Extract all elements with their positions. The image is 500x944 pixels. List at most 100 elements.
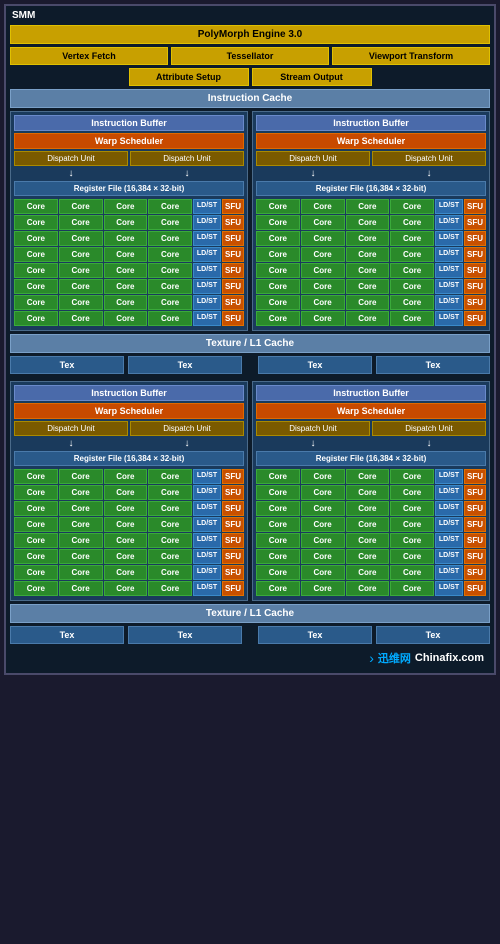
polymorph-title: PolyMorph Engine 3.0 bbox=[10, 25, 490, 44]
tex-row-bottom: Tex Tex Tex Tex bbox=[10, 626, 490, 644]
sfu: SFU bbox=[222, 469, 244, 484]
core: Core bbox=[390, 501, 434, 516]
sm-block-left-bottom: Instruction Buffer Warp Scheduler Dispat… bbox=[10, 381, 248, 601]
core: Core bbox=[346, 231, 390, 246]
core: Core bbox=[148, 533, 192, 548]
ldst: LD/ST bbox=[193, 295, 221, 310]
dispatch-row-left-bottom: Dispatch Unit Dispatch Unit bbox=[14, 421, 244, 436]
core: Core bbox=[59, 485, 103, 500]
ib-right-top: Instruction Buffer bbox=[256, 115, 486, 131]
vertex-fetch: Vertex Fetch bbox=[10, 47, 168, 65]
core: Core bbox=[14, 533, 58, 548]
core: Core bbox=[104, 581, 148, 596]
ldst: LD/ST bbox=[435, 231, 463, 246]
sfu: SFU bbox=[464, 581, 486, 596]
core: Core bbox=[14, 517, 58, 532]
tex-b4: Tex bbox=[376, 626, 490, 644]
ldst: LD/ST bbox=[435, 517, 463, 532]
core-row-r1: Core Core Core Core LD/ST SFU bbox=[256, 199, 486, 214]
polymorph-row2: Attribute Setup Stream Output bbox=[10, 68, 490, 86]
core: Core bbox=[148, 263, 192, 278]
core: Core bbox=[256, 485, 300, 500]
ldst: LD/ST bbox=[435, 311, 463, 326]
core: Core bbox=[148, 581, 192, 596]
du-right-top-2: Dispatch Unit bbox=[372, 151, 486, 166]
ldst: LD/ST bbox=[435, 565, 463, 580]
ws-right-bottom: Warp Scheduler bbox=[256, 403, 486, 419]
texture-l1-top: Texture / L1 Cache bbox=[10, 334, 490, 353]
ldst: LD/ST bbox=[435, 263, 463, 278]
core: Core bbox=[14, 247, 58, 262]
ldst: LD/ST bbox=[193, 533, 221, 548]
sfu: SFU bbox=[464, 279, 486, 294]
sfu: SFU bbox=[464, 199, 486, 214]
ldst: LD/ST bbox=[193, 485, 221, 500]
arrow-row-right-top: ↓ ↓ bbox=[256, 168, 486, 179]
core-row-r7: Core Core Core Core LD/ST SFU bbox=[256, 295, 486, 310]
core: Core bbox=[301, 215, 345, 230]
ldst: LD/ST bbox=[193, 311, 221, 326]
ldst: LD/ST bbox=[435, 279, 463, 294]
dispatch-row-right-bottom: Dispatch Unit Dispatch Unit bbox=[256, 421, 486, 436]
core: Core bbox=[390, 469, 434, 484]
sfu: SFU bbox=[222, 215, 244, 230]
ib-right-bottom: Instruction Buffer bbox=[256, 385, 486, 401]
core: Core bbox=[256, 581, 300, 596]
core: Core bbox=[301, 581, 345, 596]
ldst: LD/ST bbox=[435, 215, 463, 230]
ldst: LD/ST bbox=[193, 517, 221, 532]
core: Core bbox=[148, 565, 192, 580]
core: Core bbox=[346, 247, 390, 262]
arrow-row-left-bottom: ↓ ↓ bbox=[14, 438, 244, 449]
core: Core bbox=[59, 263, 103, 278]
sfu: SFU bbox=[222, 485, 244, 500]
sm-blocks-bottom: Instruction Buffer Warp Scheduler Dispat… bbox=[10, 381, 490, 601]
core-row-r5: Core Core Core Core LD/ST SFU bbox=[256, 263, 486, 278]
core: Core bbox=[59, 501, 103, 516]
dispatch-row-right-top: Dispatch Unit Dispatch Unit bbox=[256, 151, 486, 166]
core: Core bbox=[14, 581, 58, 596]
sfu: SFU bbox=[464, 263, 486, 278]
sfu: SFU bbox=[464, 295, 486, 310]
core: Core bbox=[59, 581, 103, 596]
core: Core bbox=[390, 517, 434, 532]
core: Core bbox=[301, 469, 345, 484]
sm-block-left-top: Instruction Buffer Warp Scheduler Dispat… bbox=[10, 111, 248, 331]
arrow-row-right-bottom: ↓ ↓ bbox=[256, 438, 486, 449]
sfu: SFU bbox=[222, 549, 244, 564]
core: Core bbox=[104, 231, 148, 246]
core: Core bbox=[256, 565, 300, 580]
rf-left-top: Register File (16,384 × 32-bit) bbox=[14, 181, 244, 196]
core: Core bbox=[14, 469, 58, 484]
core-row-1: Core Core Core Core LD/ST SFU bbox=[14, 199, 244, 214]
core: Core bbox=[148, 279, 192, 294]
core: Core bbox=[104, 199, 148, 214]
core: Core bbox=[346, 199, 390, 214]
core: Core bbox=[104, 215, 148, 230]
core: Core bbox=[256, 263, 300, 278]
du-right-bottom-1: Dispatch Unit bbox=[256, 421, 370, 436]
tex-1: Tex bbox=[10, 356, 124, 374]
core: Core bbox=[148, 311, 192, 326]
core: Core bbox=[59, 199, 103, 214]
rf-left-bottom: Register File (16,384 × 32-bit) bbox=[14, 451, 244, 466]
core: Core bbox=[148, 199, 192, 214]
core: Core bbox=[256, 279, 300, 294]
tex-b3: Tex bbox=[258, 626, 372, 644]
texture-l1-bottom: Texture / L1 Cache bbox=[10, 604, 490, 623]
core: Core bbox=[148, 549, 192, 564]
core: Core bbox=[59, 311, 103, 326]
core: Core bbox=[301, 295, 345, 310]
core: Core bbox=[59, 533, 103, 548]
ib-left-bottom: Instruction Buffer bbox=[14, 385, 244, 401]
core: Core bbox=[256, 533, 300, 548]
core: Core bbox=[104, 501, 148, 516]
core-row-r4: Core Core Core Core LD/ST SFU bbox=[256, 247, 486, 262]
core: Core bbox=[104, 247, 148, 262]
core: Core bbox=[148, 247, 192, 262]
sfu: SFU bbox=[222, 199, 244, 214]
core: Core bbox=[256, 501, 300, 516]
ldst: LD/ST bbox=[193, 247, 221, 262]
du-left-bottom-2: Dispatch Unit bbox=[130, 421, 244, 436]
core: Core bbox=[301, 199, 345, 214]
